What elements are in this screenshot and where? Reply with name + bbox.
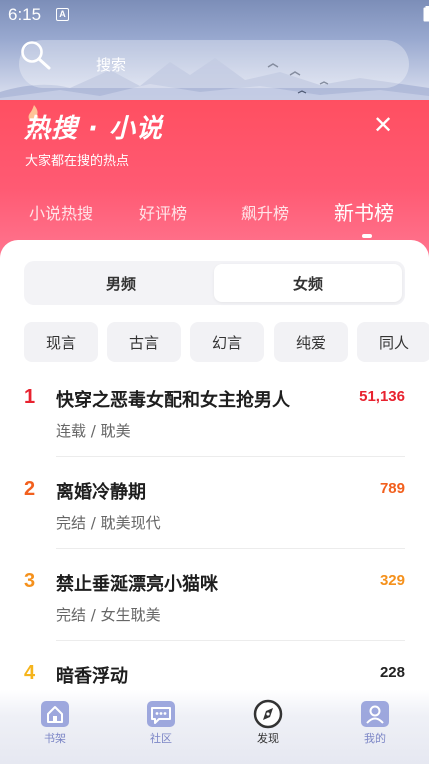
- nav-label: 书架: [44, 732, 66, 745]
- landscape-banner: 6:15 A 搜索: [0, 0, 429, 110]
- gender-female-option[interactable]: 女频: [214, 264, 402, 302]
- nav-discover[interactable]: 发现: [238, 698, 298, 758]
- nav-label: 社区: [150, 732, 172, 745]
- genre-chip[interactable]: 同人: [357, 322, 429, 362]
- genre-chip[interactable]: 现言: [24, 322, 98, 362]
- status-time: 6:15: [8, 5, 42, 24]
- book-meta: 完结 / 女生耽美: [56, 606, 161, 624]
- book-title[interactable]: 暗香浮动: [56, 662, 128, 688]
- search-icon: [21, 41, 51, 70]
- nav-profile[interactable]: 我的: [345, 698, 405, 758]
- row-divider: [56, 548, 405, 549]
- page-subtitle: 大家都在搜的热点: [25, 154, 130, 169]
- nav-bookshelf[interactable]: 书架: [25, 698, 85, 758]
- nav-label: 我的: [364, 732, 386, 745]
- gender-male-option[interactable]: 男频: [27, 264, 215, 302]
- book-meta: 连载 / 耽美: [56, 422, 131, 440]
- book-count: 228: [379, 664, 405, 681]
- status-bar: 6:15 A: [0, 0, 429, 30]
- person-icon: [361, 701, 389, 727]
- notification-icon: A: [56, 8, 69, 21]
- tab-hot-search[interactable]: 小说热搜: [29, 200, 93, 224]
- battery-icon: [423, 6, 429, 22]
- rank-number: 1: [24, 386, 36, 408]
- search-placeholder[interactable]: 搜索: [96, 54, 126, 75]
- hot-search-header: 热搜 · 小说 大家都在搜的热点 ✕ 小说热搜 好评榜 飙升榜 新书榜: [0, 100, 429, 260]
- row-divider: [56, 456, 405, 457]
- rank-number: 2: [24, 478, 36, 500]
- book-title[interactable]: 离婚冷静期: [56, 478, 146, 504]
- tab-new-books[interactable]: 新书榜: [334, 197, 394, 226]
- home-icon: [41, 701, 69, 727]
- book-count: 789: [379, 480, 405, 497]
- search-bar[interactable]: 搜索: [19, 40, 409, 88]
- book-meta: 完结 / 耽美现代: [56, 514, 161, 532]
- book-row[interactable]: 2 离婚冷静期 完结 / 耽美现代 789: [0, 478, 429, 570]
- book-row[interactable]: 3 禁止垂涎漂亮小猫咪 完结 / 女生耽美 329: [0, 570, 429, 662]
- book-count: 51,136: [359, 388, 405, 405]
- genre-chip[interactable]: 幻言: [190, 322, 264, 362]
- row-divider: [56, 640, 405, 641]
- genre-chip[interactable]: 纯爱: [274, 322, 348, 362]
- tab-rising[interactable]: 飙升榜: [241, 200, 289, 224]
- book-title[interactable]: 禁止垂涎漂亮小猫咪: [56, 570, 218, 596]
- rank-number: 3: [24, 570, 36, 592]
- tab-indicator: [362, 234, 372, 238]
- tab-top-rated[interactable]: 好评榜: [139, 200, 187, 224]
- nav-community[interactable]: 社区: [131, 698, 191, 758]
- gender-toggle: 男频 女频: [24, 261, 405, 305]
- nav-label: 发现: [257, 732, 279, 745]
- genre-chip[interactable]: 古言: [107, 322, 181, 362]
- page-title: 热搜 · 小说: [24, 114, 163, 144]
- book-count: 329: [379, 572, 405, 589]
- chat-icon: [147, 701, 175, 727]
- compass-icon: [253, 699, 283, 729]
- book-row[interactable]: 1 快穿之恶毒女配和女主抢男人 连载 / 耽美 51,136: [0, 386, 429, 478]
- bottom-navigation: 书架 社区 发现 我的: [0, 690, 429, 764]
- rank-number: 4: [24, 662, 36, 684]
- book-title[interactable]: 快穿之恶毒女配和女主抢男人: [56, 386, 290, 412]
- ranking-sheet: 男频 女频 现言 古言 幻言 纯爱 同人 1 快穿之恶毒女配和女主抢男人 连载 …: [0, 240, 429, 764]
- close-button[interactable]: ✕: [363, 110, 403, 140]
